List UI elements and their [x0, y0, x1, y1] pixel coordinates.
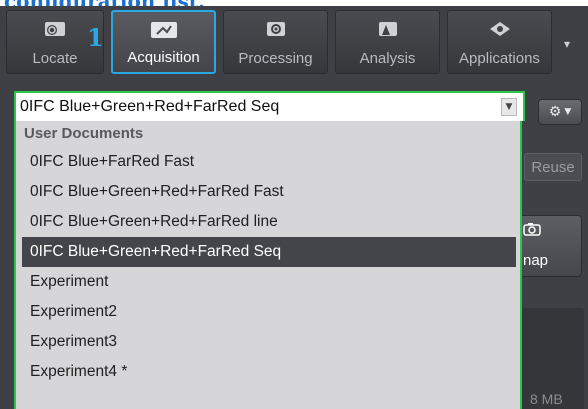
camera-icon [523, 222, 541, 240]
main-toolbar: 1 Locate Acquisition Processing Analysis… [6, 10, 588, 78]
toolbar-more-chevron-icon[interactable]: ▾ [561, 10, 573, 78]
tab-label: Acquisition [127, 49, 200, 66]
list-item[interactable]: Experiment3 [16, 327, 520, 357]
tab-applications[interactable]: Applications [447, 10, 552, 74]
experiment-select[interactable]: 0IFC Blue+Green+Red+FarRed Seq ▼ [14, 91, 525, 121]
tab-label: Analysis [359, 50, 416, 67]
tab-locate[interactable]: 1 Locate [6, 10, 104, 74]
experiment-options-button[interactable]: ⚙ ▼ [538, 99, 582, 125]
tab-analysis[interactable]: Analysis [335, 10, 440, 74]
tab-acquisition[interactable]: Acquisition [111, 10, 216, 74]
list-item[interactable]: 0IFC Blue+Green+Red+FarRed Fast [16, 177, 520, 207]
experiment-select-value: 0IFC Blue+Green+Red+FarRed Seq [20, 98, 280, 115]
acquisition-icon [149, 20, 179, 44]
gear-icon: ⚙ [548, 104, 562, 120]
reuse-button[interactable]: Reuse [524, 153, 582, 181]
list-item[interactable]: Experiment2 [16, 297, 520, 327]
chevron-down-icon: ▼ [564, 107, 572, 117]
tab-label: Locate [32, 50, 78, 67]
locate-icon [42, 19, 68, 43]
list-item[interactable]: 0IFC Blue+FarRed Fast [16, 147, 520, 177]
list-item-selected[interactable]: 0IFC Blue+Green+Red+FarRed Seq [22, 237, 516, 267]
analysis-icon [375, 19, 401, 43]
tab-label: Applications [459, 50, 540, 67]
step-number: 1 [87, 23, 104, 52]
list-item[interactable]: Experiment [16, 267, 520, 297]
list-item[interactable]: 0IFC Blue+Green+Red+FarRed line [16, 207, 520, 237]
snap-button-label: nap [523, 252, 549, 269]
tab-label: Processing [238, 50, 313, 67]
processing-icon [263, 19, 289, 43]
experiment-dropdown-list: User Documents 0IFC Blue+FarRed Fast 0IF… [14, 121, 522, 409]
dropdown-group-header: User Documents [24, 125, 144, 142]
memory-size-label: 8 MB [530, 391, 563, 407]
chevron-down-icon[interactable]: ▼ [501, 98, 517, 116]
tab-processing[interactable]: Processing [223, 10, 328, 74]
applications-icon [486, 19, 514, 43]
list-item[interactable]: Experiment4 * [16, 357, 520, 387]
